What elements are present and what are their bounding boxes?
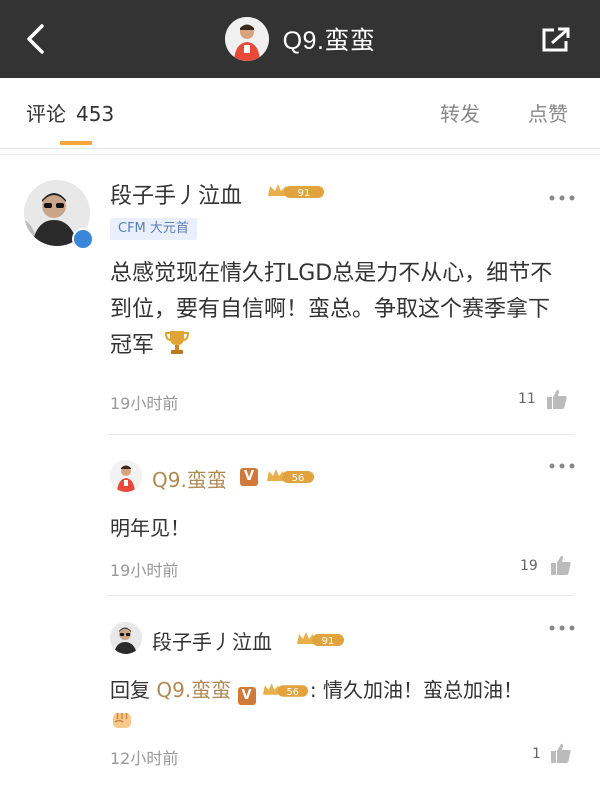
divider bbox=[0, 154, 600, 155]
level-badge-number: 91 bbox=[298, 188, 311, 199]
share-external-icon[interactable] bbox=[540, 26, 572, 54]
like-count: 1 bbox=[532, 746, 541, 762]
more-options-icon[interactable] bbox=[548, 462, 576, 470]
avatar[interactable] bbox=[224, 17, 269, 61]
tab-comments[interactable]: 评论 453 bbox=[26, 98, 114, 127]
reply-mention[interactable]: Q9.蛮蛮 bbox=[156, 678, 231, 702]
level-badge-icon: 91 bbox=[297, 632, 344, 647]
fist-icon bbox=[113, 713, 131, 728]
tab-forwards[interactable]: 转发 bbox=[440, 98, 480, 127]
divider bbox=[108, 595, 574, 596]
tab-comments-label: 评论 bbox=[26, 102, 66, 126]
top-bar: Q9.蛮蛮 bbox=[0, 0, 600, 78]
level-badge-icon: 56 bbox=[267, 469, 314, 484]
more-options-icon[interactable] bbox=[548, 194, 576, 202]
level-badge-icon: 56 bbox=[262, 683, 308, 698]
thumbs-up-icon[interactable] bbox=[550, 554, 572, 576]
thumbs-up-icon[interactable] bbox=[550, 742, 572, 764]
tab-comments-count: 453 bbox=[76, 102, 115, 126]
tab-likes[interactable]: 点赞 bbox=[528, 98, 568, 127]
comment-time: 19小时前 bbox=[110, 394, 179, 413]
level-badge-number: 91 bbox=[322, 636, 335, 647]
reply-time: 19小时前 bbox=[110, 561, 179, 580]
page-title: Q9.蛮蛮 bbox=[282, 27, 376, 55]
level-badge-icon: 91 bbox=[268, 184, 324, 199]
avatar[interactable] bbox=[110, 622, 142, 654]
active-tab-indicator bbox=[60, 141, 92, 145]
reply-time: 12小时前 bbox=[110, 749, 179, 768]
reply-text: 明年见！ bbox=[110, 516, 190, 540]
reply-author[interactable]: 段子手丿泣血 bbox=[152, 626, 272, 655]
trophy-icon bbox=[165, 331, 190, 354]
reply-prefix: 回复 bbox=[110, 678, 150, 702]
more-options-icon[interactable] bbox=[548, 624, 576, 632]
level-badge-number: 56 bbox=[287, 687, 299, 698]
thumbs-up-icon[interactable] bbox=[546, 388, 568, 410]
reply-body: : 情久加油！蛮总加油！ bbox=[309, 678, 524, 702]
vip-badge: V bbox=[240, 468, 258, 486]
divider bbox=[108, 434, 574, 435]
comment-author[interactable]: 段子手丿泣血 bbox=[110, 178, 242, 210]
reply-author[interactable]: Q9.蛮蛮 bbox=[152, 464, 227, 493]
vip-badge: V bbox=[237, 687, 256, 705]
title-area: Q9.蛮蛮 bbox=[0, 0, 600, 78]
user-tag: CFM 大元首 bbox=[110, 218, 197, 240]
comment-text: 总感觉现在情久打LGD总是力不从心，细节不到位，要有自信啊！蛮总。争取这个赛季拿… bbox=[110, 256, 570, 364]
tabs-bar: 评论 453 转发 点赞 bbox=[0, 78, 600, 149]
level-badge-number: 56 bbox=[292, 473, 305, 484]
avatar[interactable] bbox=[110, 460, 142, 492]
like-count: 19 bbox=[520, 558, 538, 574]
like-count: 11 bbox=[518, 391, 536, 407]
verified-badge-icon bbox=[72, 228, 94, 250]
reply-text: 回复 Q9.蛮蛮 V 56 : 情久加油！蛮总加油！ bbox=[110, 675, 570, 731]
